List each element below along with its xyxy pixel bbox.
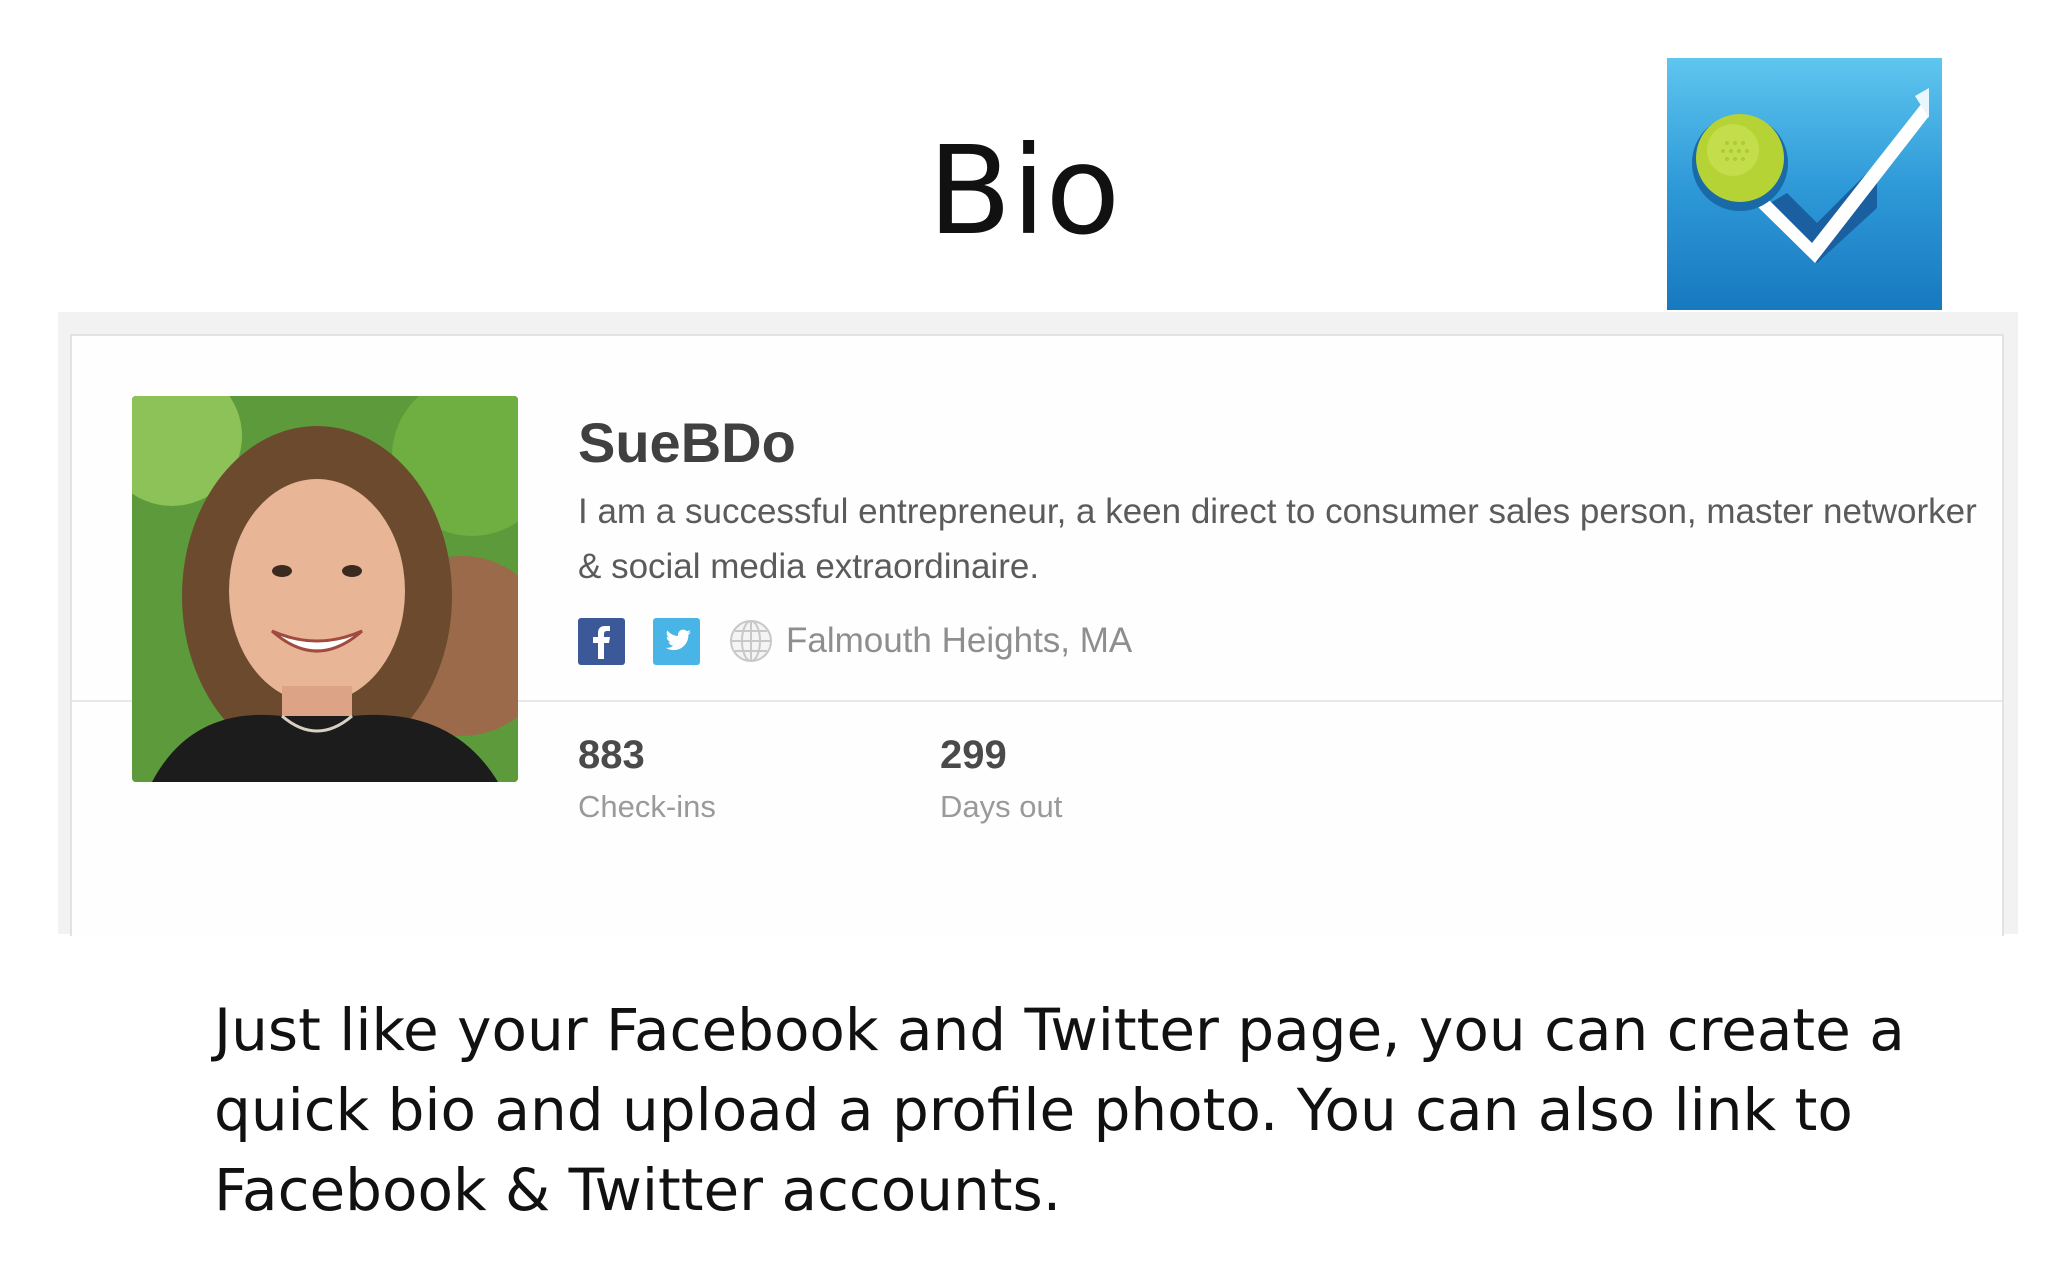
- twitter-icon[interactable]: [653, 617, 700, 665]
- divider: [72, 700, 132, 702]
- slide: Bio SueBDo I am a successful entrepreneu…: [0, 0, 2048, 1280]
- stat-checkins-value: 883: [578, 733, 645, 777]
- profile-card: SueBDo I am a successful entrepreneur, a…: [70, 334, 2004, 936]
- foursquare-logo-icon: [1667, 58, 1942, 310]
- globe-icon: [728, 618, 774, 664]
- divider: [518, 700, 2002, 702]
- facebook-icon[interactable]: [578, 617, 625, 665]
- profile-username[interactable]: SueBDo: [578, 410, 796, 475]
- avatar[interactable]: [132, 396, 518, 782]
- stat-checkins-label: Check-ins: [578, 789, 716, 824]
- stat-days-out-value: 299: [940, 733, 1007, 777]
- stat-days-out-label: Days out: [940, 789, 1063, 824]
- stat-days-out[interactable]: 299 Days out: [940, 730, 1062, 834]
- slide-caption: Just like your Facebook and Twitter page…: [214, 996, 1905, 1224]
- profile-screenshot: SueBDo I am a successful entrepreneur, a…: [58, 312, 2018, 936]
- profile-bio: I am a successful entrepreneur, a keen d…: [578, 492, 1977, 586]
- stat-checkins[interactable]: 883 Check-ins: [578, 730, 716, 834]
- social-links-row: Falmouth Heights, MA: [578, 616, 1132, 666]
- profile-location: Falmouth Heights, MA: [786, 621, 1133, 660]
